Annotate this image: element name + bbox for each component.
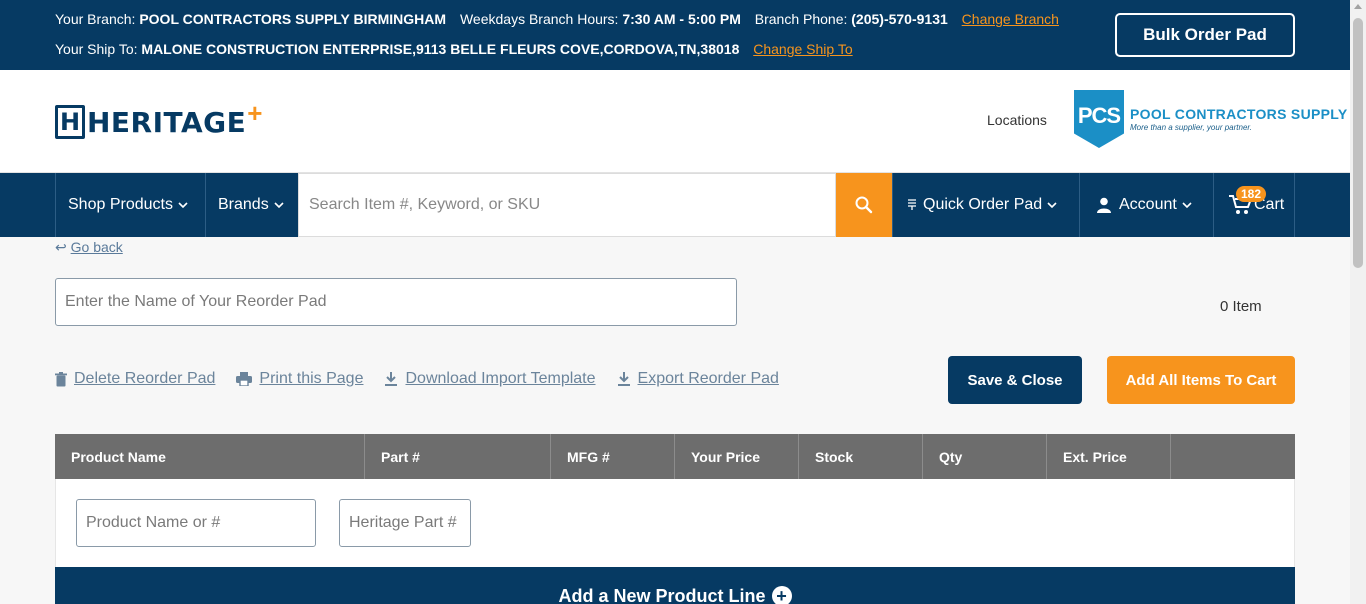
cart-link[interactable]: Cart 182 xyxy=(1213,173,1295,237)
heritage-part-input[interactable] xyxy=(340,500,470,546)
ship-to-line: Your Ship To: MALONE CONSTRUCTION ENTERP… xyxy=(55,41,853,57)
branch-info-bar: Your Branch: POOL CONTRACTORS SUPPLY BIR… xyxy=(0,0,1350,70)
save-close-button[interactable]: Save & Close xyxy=(948,356,1082,404)
plus-circle-icon: + xyxy=(771,586,792,604)
logo-text: HERITAGE xyxy=(87,105,247,139)
go-back-label: Go back xyxy=(70,239,123,255)
column-header-ext-price: Ext. Price xyxy=(1047,434,1171,479)
column-header-qty: Qty xyxy=(923,434,1047,479)
pcs-logo[interactable]: PCS POOL CONTRACTORS SUPPLY More than a … xyxy=(1074,90,1347,148)
chevron-down-icon xyxy=(178,201,188,208)
column-header-stock: Stock xyxy=(799,434,923,479)
chevron-down-icon xyxy=(1182,201,1192,208)
column-header-mfg: MFG # xyxy=(551,434,675,479)
ship-to-value: MALONE CONSTRUCTION ENTERPRISE,9113 BELL… xyxy=(141,41,740,57)
quick-order-pad-label: Quick Order Pad xyxy=(923,196,1043,213)
back-arrow-icon: ↩ xyxy=(55,239,67,255)
chevron-down-icon xyxy=(1047,201,1057,208)
logo-plus-icon: + xyxy=(247,97,263,128)
add-all-to-cart-button[interactable]: Add All Items To Cart xyxy=(1107,356,1295,404)
site-header: H HERITAGE + Locations PCS POOL CONTRACT… xyxy=(0,70,1350,173)
pcs-tagline: More than a supplier, your partner. xyxy=(1130,123,1252,132)
printer-icon xyxy=(236,372,253,386)
account-label: Account xyxy=(1119,196,1177,213)
cart-count-badge: 182 xyxy=(1236,186,1267,202)
download-label: Download Import Template xyxy=(405,370,596,387)
brands-label: Brands xyxy=(218,196,269,213)
table-row xyxy=(55,479,1295,567)
download-icon xyxy=(385,372,398,386)
pcs-title: POOL CONTRACTORS SUPPLY xyxy=(1130,106,1348,122)
search-button[interactable] xyxy=(836,173,892,237)
reorder-pad-name-input[interactable] xyxy=(56,279,736,325)
hours-value: 7:30 AM - 5:00 PM xyxy=(622,11,741,27)
add-product-line-label: Add a New Product Line xyxy=(558,586,766,604)
search-box xyxy=(298,173,836,237)
print-page-link[interactable]: Print this Page xyxy=(236,370,363,388)
main-nav: Shop Products Brands Quick Order Pad Acc… xyxy=(0,173,1350,237)
change-ship-to-link[interactable]: Change Ship To xyxy=(753,41,852,57)
phone-value: (205)-570-9131 xyxy=(851,11,948,27)
brands-menu[interactable]: Brands xyxy=(205,173,298,237)
delete-label: Delete Reorder Pad xyxy=(74,370,216,387)
trash-icon xyxy=(55,371,67,386)
download-import-template-link[interactable]: Download Import Template xyxy=(384,370,596,388)
phone-label: Branch Phone: xyxy=(754,11,848,27)
export-reorder-pad-link[interactable]: Export Reorder Pad xyxy=(617,370,779,388)
locations-link[interactable]: Locations xyxy=(987,112,1047,128)
column-header-price: Your Price xyxy=(675,434,799,479)
export-label: Export Reorder Pad xyxy=(637,370,779,387)
branch-label: Your Branch: xyxy=(55,11,136,27)
item-count: 0 Item xyxy=(1220,298,1262,315)
change-branch-link[interactable]: Change Branch xyxy=(962,11,1059,27)
branch-line: Your Branch: POOL CONTRACTORS SUPPLY BIR… xyxy=(55,11,1059,27)
heritage-logo[interactable]: H HERITAGE + xyxy=(55,98,262,140)
product-name-input[interactable] xyxy=(77,500,315,546)
scroll-up-arrow-icon[interactable] xyxy=(1354,4,1362,9)
add-product-line-button[interactable]: Add a New Product Line + xyxy=(55,567,1295,604)
heritage-part-field xyxy=(339,499,471,547)
user-icon xyxy=(1097,197,1111,213)
branch-name: POOL CONTRACTORS SUPPLY BIRMINGHAM xyxy=(139,11,447,27)
column-header-actions xyxy=(1171,434,1295,479)
delete-reorder-pad-link[interactable]: Delete Reorder Pad xyxy=(55,370,215,388)
logo-mark: H xyxy=(55,105,85,139)
column-header-product-name: Product Name xyxy=(55,434,365,479)
chevron-down-icon xyxy=(274,201,284,208)
ship-to-label: Your Ship To: xyxy=(55,41,138,57)
shop-products-menu[interactable]: Shop Products xyxy=(55,173,205,237)
scrollbar[interactable] xyxy=(1350,0,1366,604)
page: Your Branch: POOL CONTRACTORS SUPPLY BIR… xyxy=(0,0,1350,604)
account-menu[interactable]: Account xyxy=(1079,173,1213,237)
column-header-part: Part # xyxy=(365,434,551,479)
search-input[interactable] xyxy=(299,174,835,236)
pcs-shield-icon: PCS xyxy=(1074,90,1124,148)
bulk-order-pad-button[interactable]: Bulk Order Pad xyxy=(1115,13,1295,57)
quick-order-pad-menu[interactable]: Quick Order Pad xyxy=(892,173,1079,237)
scrollbar-thumb[interactable] xyxy=(1353,18,1363,268)
pad-actions: Delete Reorder Pad Print this Page Downl… xyxy=(55,370,800,388)
hours-label: Weekdays Branch Hours: xyxy=(459,11,619,27)
search-icon xyxy=(855,196,873,214)
product-name-field xyxy=(76,499,316,547)
list-icon xyxy=(908,199,916,210)
go-back-link[interactable]: ↩ Go back xyxy=(55,239,123,256)
reorder-pad-name-field xyxy=(55,278,737,326)
table-header: Product Name Part # MFG # Your Price Sto… xyxy=(55,434,1295,479)
download-icon xyxy=(617,372,630,386)
print-label: Print this Page xyxy=(259,370,364,387)
shop-products-label: Shop Products xyxy=(68,196,173,213)
